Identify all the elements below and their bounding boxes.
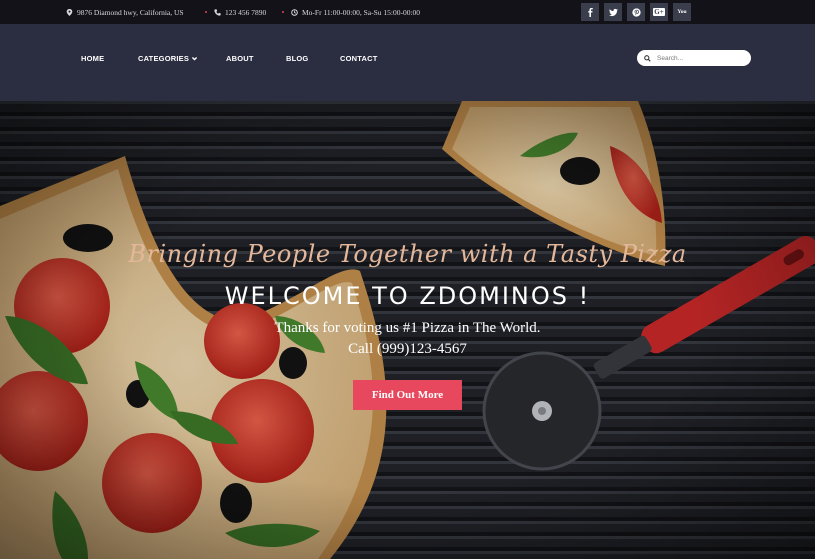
main-navbar: HOME CATEGORIES ABOUT BLOG CONTACT [0,24,815,101]
address-info: 9876 Diamond hwy, California, US [66,8,184,17]
youtube-label: You [677,9,687,15]
google-plus-icon[interactable]: G+ [650,3,668,21]
search-icon [644,54,651,62]
separator-dot [282,11,284,13]
hero-tagline: Bringing People Together with a Tasty Pi… [128,240,687,268]
hero-phone: Call (999)123-4567 [348,341,467,357]
pinterest-icon[interactable] [627,3,645,21]
hero-section: Bringing People Together with a Tasty Pi… [0,101,815,559]
address-text: 9876 Diamond hwy, California, US [77,8,184,17]
twitter-icon[interactable] [604,3,622,21]
youtube-icon[interactable]: You [673,3,691,21]
search-input[interactable] [657,54,747,62]
hero-subline: Thanks for voting us #1 Pizza in The Wor… [274,320,541,336]
hero-headline: WELCOME TO ZDOMINOS ! [224,282,591,310]
nav-categories-label: CATEGORIES [138,54,190,63]
phone-info: 123 456 7890 [214,8,266,17]
search-box[interactable] [637,50,751,66]
nav-home[interactable]: HOME [81,54,104,63]
map-pin-icon [66,9,73,16]
separator-dot [205,11,207,13]
page: 9876 Diamond hwy, California, US 123 456… [0,0,815,559]
hours-text: Mo-Fr 11:00-00:00, Sa-Su 15:00-00:00 [302,8,421,17]
phone-icon [214,9,221,16]
nav-blog[interactable]: BLOG [286,54,308,63]
phone-text: 123 456 7890 [225,8,267,17]
hours-info: Mo-Fr 11:00-00:00, Sa-Su 15:00-00:00 [291,8,420,17]
nav-about[interactable]: ABOUT [226,54,254,63]
nav-contact[interactable]: CONTACT [340,54,378,63]
chevron-down-icon [191,56,198,61]
top-info-bar: 9876 Diamond hwy, California, US 123 456… [0,0,815,24]
google-plus-label: G+ [653,8,665,16]
clock-icon [291,9,298,16]
find-out-more-button[interactable]: Find Out More [353,380,462,410]
facebook-icon[interactable] [581,3,599,21]
nav-categories[interactable]: CATEGORIES [138,54,198,63]
